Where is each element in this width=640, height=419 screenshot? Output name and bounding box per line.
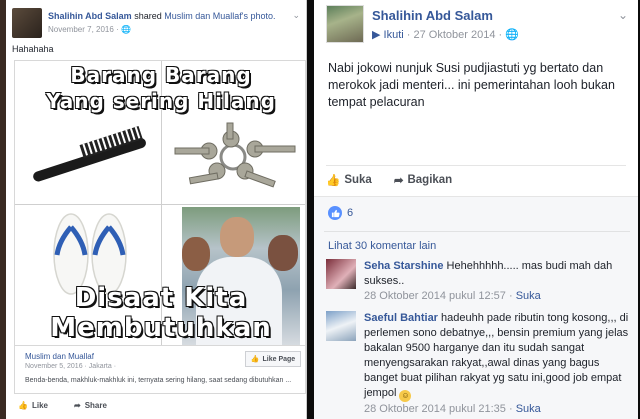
share-button[interactable]: ➦ Share [74,398,107,412]
post-caption: Hahahaha [12,44,54,54]
meme-image[interactable]: Barang Barang Yang sering Hilang Disaat … [14,60,306,346]
share-label: Bagikan [407,174,453,186]
shared-page-name[interactable]: Muslim dan Muallaf [25,352,94,361]
shared-link[interactable]: Muslim dan Muallaf's photo. [164,11,275,21]
share-arrow-icon: ➦ [73,400,81,410]
avatar[interactable] [326,259,356,289]
comment-author[interactable]: Saeful Bahtiar [364,312,438,324]
like-button[interactable]: 👍 Like [18,398,48,412]
smile-emoji-icon: ☺ [399,390,412,402]
meta-separator: · [498,29,503,41]
reaction-summary[interactable]: 6 [328,206,353,220]
shared-page-box[interactable]: Muslim dan Muallaf November 5, 2016 · Ja… [14,346,306,394]
comment-body: Saeful Bahtiar hadeuhh pade ributin tong… [364,311,634,417]
view-more-comments-link[interactable]: Lihat 30 komentar lain [328,240,436,252]
comment-author[interactable]: Seha Starshine [364,260,443,272]
shared-page-meta: November 5, 2016 · Jakarta · [25,363,117,370]
like-reaction-icon [328,206,342,220]
follow-icon: ▶ [372,29,381,41]
comment-text: hadeuhh pade ributin tong kosong,,, di p… [364,312,629,399]
divider [324,231,630,232]
comment-meta: 28 Oktober 2014 pukul 21:35 · Suka [364,403,541,415]
comment-date[interactable]: 28 Oktober 2014 pukul 12:57 [364,290,506,302]
author-name[interactable]: Shalihin Abd Salam [48,11,132,21]
like-button[interactable]: 👍 Suka [326,173,372,187]
left-post-header: Shalihin Abd Salam shared Muslim dan Mua… [12,8,302,38]
comment-body: Seha Starshine Hehehhhhh..... mas budi m… [364,259,634,304]
shared-text: shared [134,11,162,21]
right-post-card: Shalihin Abd Salam ▶ Ikuti · 27 Oktober … [314,0,638,419]
public-icon: 🌐 [120,25,131,34]
comment-date[interactable]: 28 Oktober 2014 pukul 21:35 [364,403,506,415]
comment-like-link[interactable]: Suka [516,403,541,415]
thumbs-up-icon: 👍 [18,400,28,410]
meme-text-line2: Yang sering Hilang [45,88,276,113]
author-name[interactable]: Shalihin Abd Salam [372,8,493,23]
left-post-title-line: Shalihin Abd Salam shared Muslim dan Mua… [48,11,276,21]
left-post-card: Shalihin Abd Salam shared Muslim dan Mua… [6,0,307,419]
meme-text-line1: Barang Barang [70,62,252,87]
post-meta: ▶ Ikuti · 27 Oktober 2014 · 🌐 [372,28,519,41]
keys-icon [174,122,296,188]
post-date[interactable]: 27 Oktober 2014 [414,29,496,41]
divider [326,165,626,166]
share-button[interactable]: ➦ Bagikan [394,173,452,187]
post-date[interactable]: November 7, 2016 [48,25,114,34]
share-arrow-icon: ➦ [393,175,404,187]
like-label: Suka [344,174,372,186]
meta-separator: · [116,25,119,34]
follow-button[interactable]: Ikuti [384,29,404,41]
chevron-down-icon[interactable]: ⌄ [292,10,300,21]
thumbs-up-icon: 👍 [250,356,260,363]
comment-meta: 28 Oktober 2014 pukul 12:57 · Suka [364,290,541,302]
comb-icon [33,125,146,182]
left-post-actions: 👍 Like ➦ Share [18,398,107,412]
thumbs-up-icon: 👍 [326,175,341,187]
public-icon: 🌐 [505,29,519,41]
post-meta: November 7, 2016 · 🌐 [48,25,131,34]
meme-text-line4: Membutuhkan [50,312,272,343]
avatar[interactable] [326,5,364,43]
like-page-button[interactable]: 👍 Like Page [245,351,301,367]
like-page-label: Like Page [262,355,296,363]
comments-section: 6 Lihat 30 komentar lain Seha Starshine … [314,197,638,419]
like-label: Like [31,400,48,410]
avatar[interactable] [12,8,42,38]
right-post-actions: 👍 Suka ➦ Bagikan [326,173,452,187]
share-label: Share [84,400,107,410]
avatar[interactable] [326,311,356,341]
post-text: Nabi jokowi nunjuk Susi pudjiastuti yg b… [328,61,615,109]
meme-text-line3: Disaat Kita [74,282,248,313]
meta-separator: · [406,29,411,41]
comment-like-link[interactable]: Suka [516,290,541,302]
reaction-count: 6 [347,207,354,219]
shared-page-description: Benda-benda, makhluk-makhluk ini, ternya… [25,377,292,384]
meme-divider-horizontal [15,204,305,205]
chevron-down-icon[interactable]: ⌄ [618,8,628,22]
